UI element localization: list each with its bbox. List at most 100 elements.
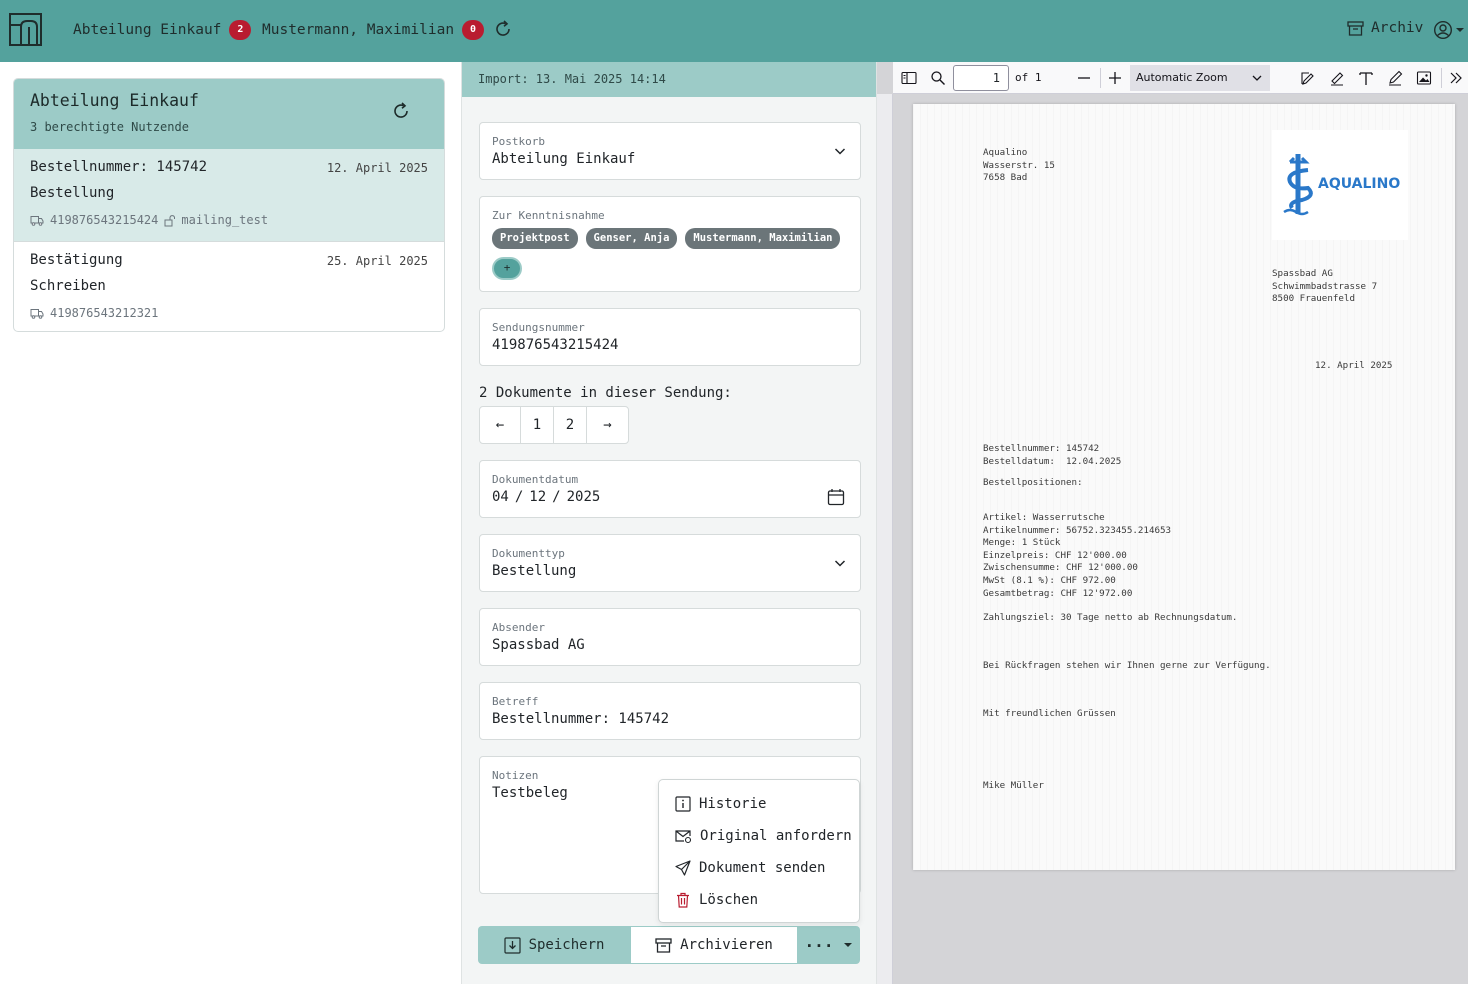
item-user: mailing_test — [181, 213, 269, 227]
nav-mailbox-einkauf[interactable]: Abteilung Einkauf 2 — [73, 20, 252, 40]
item-tracking: 419876543212321 — [50, 306, 159, 320]
pager-page-2[interactable]: 2 — [554, 407, 587, 443]
page-number-input[interactable]: 1 — [953, 65, 1009, 91]
menu-item-dokument-senden[interactable]: Dokument senden — [659, 852, 859, 884]
archive-label: Archiv — [1371, 20, 1424, 36]
field-label: Betreff — [492, 695, 539, 708]
archive-link[interactable]: Archiv — [1347, 20, 1423, 36]
list-item[interactable]: Bestellnummer: 145742 12. April 2025 Bes… — [14, 149, 444, 241]
dokumentdatum-field[interactable]: Dokumentdatum 04 / 12 / 2025 — [479, 460, 861, 518]
recipient-chip[interactable]: Genser, Anja — [585, 228, 678, 249]
chevron-down-icon — [834, 560, 846, 567]
save-label: Speichern — [528, 937, 605, 953]
zoom-select[interactable]: Automatic Zoom — [1130, 65, 1270, 91]
add-recipient-button[interactable]: + — [492, 257, 522, 280]
highlight-edit-icon[interactable] — [1300, 70, 1316, 86]
double-chevron-right-icon[interactable] — [1448, 70, 1464, 86]
more-dots: ··· — [804, 935, 834, 955]
item-tracking: 419876543215424 — [50, 213, 159, 227]
save-button[interactable]: Speichern — [478, 926, 630, 964]
menu-item-label: Dokument senden — [699, 860, 826, 876]
pager-page-1[interactable]: 1 — [521, 407, 554, 443]
refresh-icon[interactable] — [391, 101, 411, 121]
pager-next-button[interactable]: → — [587, 407, 628, 443]
nav-mailbox-label: Abteilung Einkauf — [73, 22, 222, 38]
envelope-at-icon — [675, 829, 692, 843]
mailbox-panel: Abteilung Einkauf 3 berechtigte Nutzende… — [13, 78, 445, 332]
order-positions: Artikel: Wasserrutsche Artikelnummer: 56… — [983, 512, 1172, 599]
zoom-out-icon[interactable] — [1076, 70, 1092, 86]
pdf-toolbar: 1 of 1 Automatic Zoom — [893, 62, 1468, 94]
date-separator: / — [552, 489, 561, 505]
refresh-icon[interactable] — [493, 19, 513, 39]
zoom-in-icon[interactable] — [1107, 70, 1123, 86]
aesculapius-logo-icon — [1283, 154, 1313, 216]
import-info: Import: 13. Mai 2025 14:14 — [462, 62, 876, 97]
action-buttons: Speichern Archivieren ··· — [478, 926, 860, 964]
positions-heading: Bestellpositionen: — [983, 477, 1083, 488]
send-icon — [675, 860, 691, 876]
field-value: 419876543215424 — [492, 337, 619, 353]
highlighter-icon[interactable] — [1329, 70, 1345, 86]
user-avatar-icon — [1433, 20, 1453, 40]
field-value: Bestellnummer: 145742 — [492, 711, 670, 727]
app-logo-icon[interactable] — [9, 13, 42, 46]
dokumenttyp-select[interactable]: Dokumenttyp Bestellung — [479, 534, 861, 592]
menu-item-loeschen[interactable]: Löschen — [659, 884, 859, 916]
sidebar-toggle-icon[interactable] — [901, 70, 917, 86]
recipient-chips: Projektpost Genser, Anja Mustermann, Max… — [492, 228, 848, 249]
calendar-icon[interactable] — [827, 488, 845, 506]
date-year[interactable]: 2025 — [567, 489, 601, 505]
payment-terms: Zahlungsziel: 30 Tage netto ab Rechnungs… — [983, 612, 1238, 623]
search-icon[interactable] — [930, 70, 946, 86]
add-image-icon[interactable] — [1416, 70, 1432, 86]
menu-item-label: Löschen — [699, 892, 759, 908]
order-info: Bestellnummer: 145742 Bestelldatum: 12.0… — [983, 443, 1122, 467]
field-label: Postkorb — [492, 135, 545, 148]
item-type: Bestellung — [30, 185, 115, 201]
field-label: Sendungsnummer — [492, 321, 585, 334]
menu-item-label: Original anfordern — [700, 828, 852, 844]
logo-text: AQUALINO — [1318, 176, 1401, 192]
truck-icon — [30, 215, 44, 226]
list-item[interactable]: Bestätigung 25. April 2025 Schreiben 419… — [14, 241, 444, 331]
chevron-down-icon — [834, 148, 846, 155]
pdf-left-strip — [877, 94, 893, 984]
unread-count-badge: 2 — [229, 20, 252, 40]
greeting: Mit freundlichen Grüssen — [983, 708, 1116, 719]
absender-field[interactable]: Absender Spassbad AG — [479, 608, 861, 666]
pdf-page: Aqualino Wasserstr. 15 7658 Bad AQUALINO… — [913, 104, 1455, 870]
date-day[interactable]: 12 — [529, 489, 546, 505]
field-value: Abteilung Einkauf — [492, 151, 636, 167]
postkorb-select[interactable]: Postkorb Abteilung Einkauf — [479, 122, 861, 180]
menu-item-original-anfordern[interactable]: Original anfordern — [659, 820, 859, 852]
field-value: Spassbad AG — [492, 637, 585, 653]
item-date: 12. April 2025 — [326, 161, 428, 175]
user-menu-toggle[interactable] — [1433, 20, 1465, 40]
recipient-chip[interactable]: Mustermann, Maximilian — [685, 228, 841, 249]
pager-prev-button[interactable]: ← — [480, 407, 521, 443]
item-meta: 419876543212321 — [30, 306, 428, 320]
betreff-field[interactable]: Betreff Bestellnummer: 145742 — [479, 682, 861, 740]
trash-icon — [677, 892, 689, 908]
archive-button[interactable]: Archivieren — [630, 926, 798, 964]
info-icon — [675, 796, 691, 812]
questions-note: Bei Rückfragen stehen wir Ihnen gerne zu… — [983, 660, 1271, 671]
more-actions-toggle[interactable]: ··· — [798, 926, 860, 964]
caret-down-icon — [844, 943, 853, 947]
letter-date: 12. April 2025 — [1315, 360, 1393, 371]
field-label: Zur Kenntnisnahme — [492, 209, 605, 222]
sendungsnummer-field[interactable]: Sendungsnummer 419876543215424 — [479, 308, 861, 366]
recipient-chip[interactable]: Projektpost — [492, 228, 578, 249]
toolbar-separator — [1441, 68, 1442, 88]
caret-down-icon — [1456, 28, 1464, 32]
draw-pen-icon[interactable] — [1387, 70, 1403, 86]
date-month[interactable]: 04 — [492, 489, 509, 505]
text-tool-icon[interactable] — [1358, 70, 1374, 86]
document-pager: ← 1 2 → — [479, 406, 629, 444]
sender-address: Aqualino Wasserstr. 15 7658 Bad — [983, 147, 1055, 184]
mailbox-title: Abteilung Einkauf — [30, 91, 199, 110]
date-value: 04 / 12 / 2025 — [492, 489, 848, 505]
menu-item-historie[interactable]: Historie — [659, 788, 859, 820]
nav-mailbox-user[interactable]: Mustermann, Maximilian 0 — [262, 20, 485, 40]
